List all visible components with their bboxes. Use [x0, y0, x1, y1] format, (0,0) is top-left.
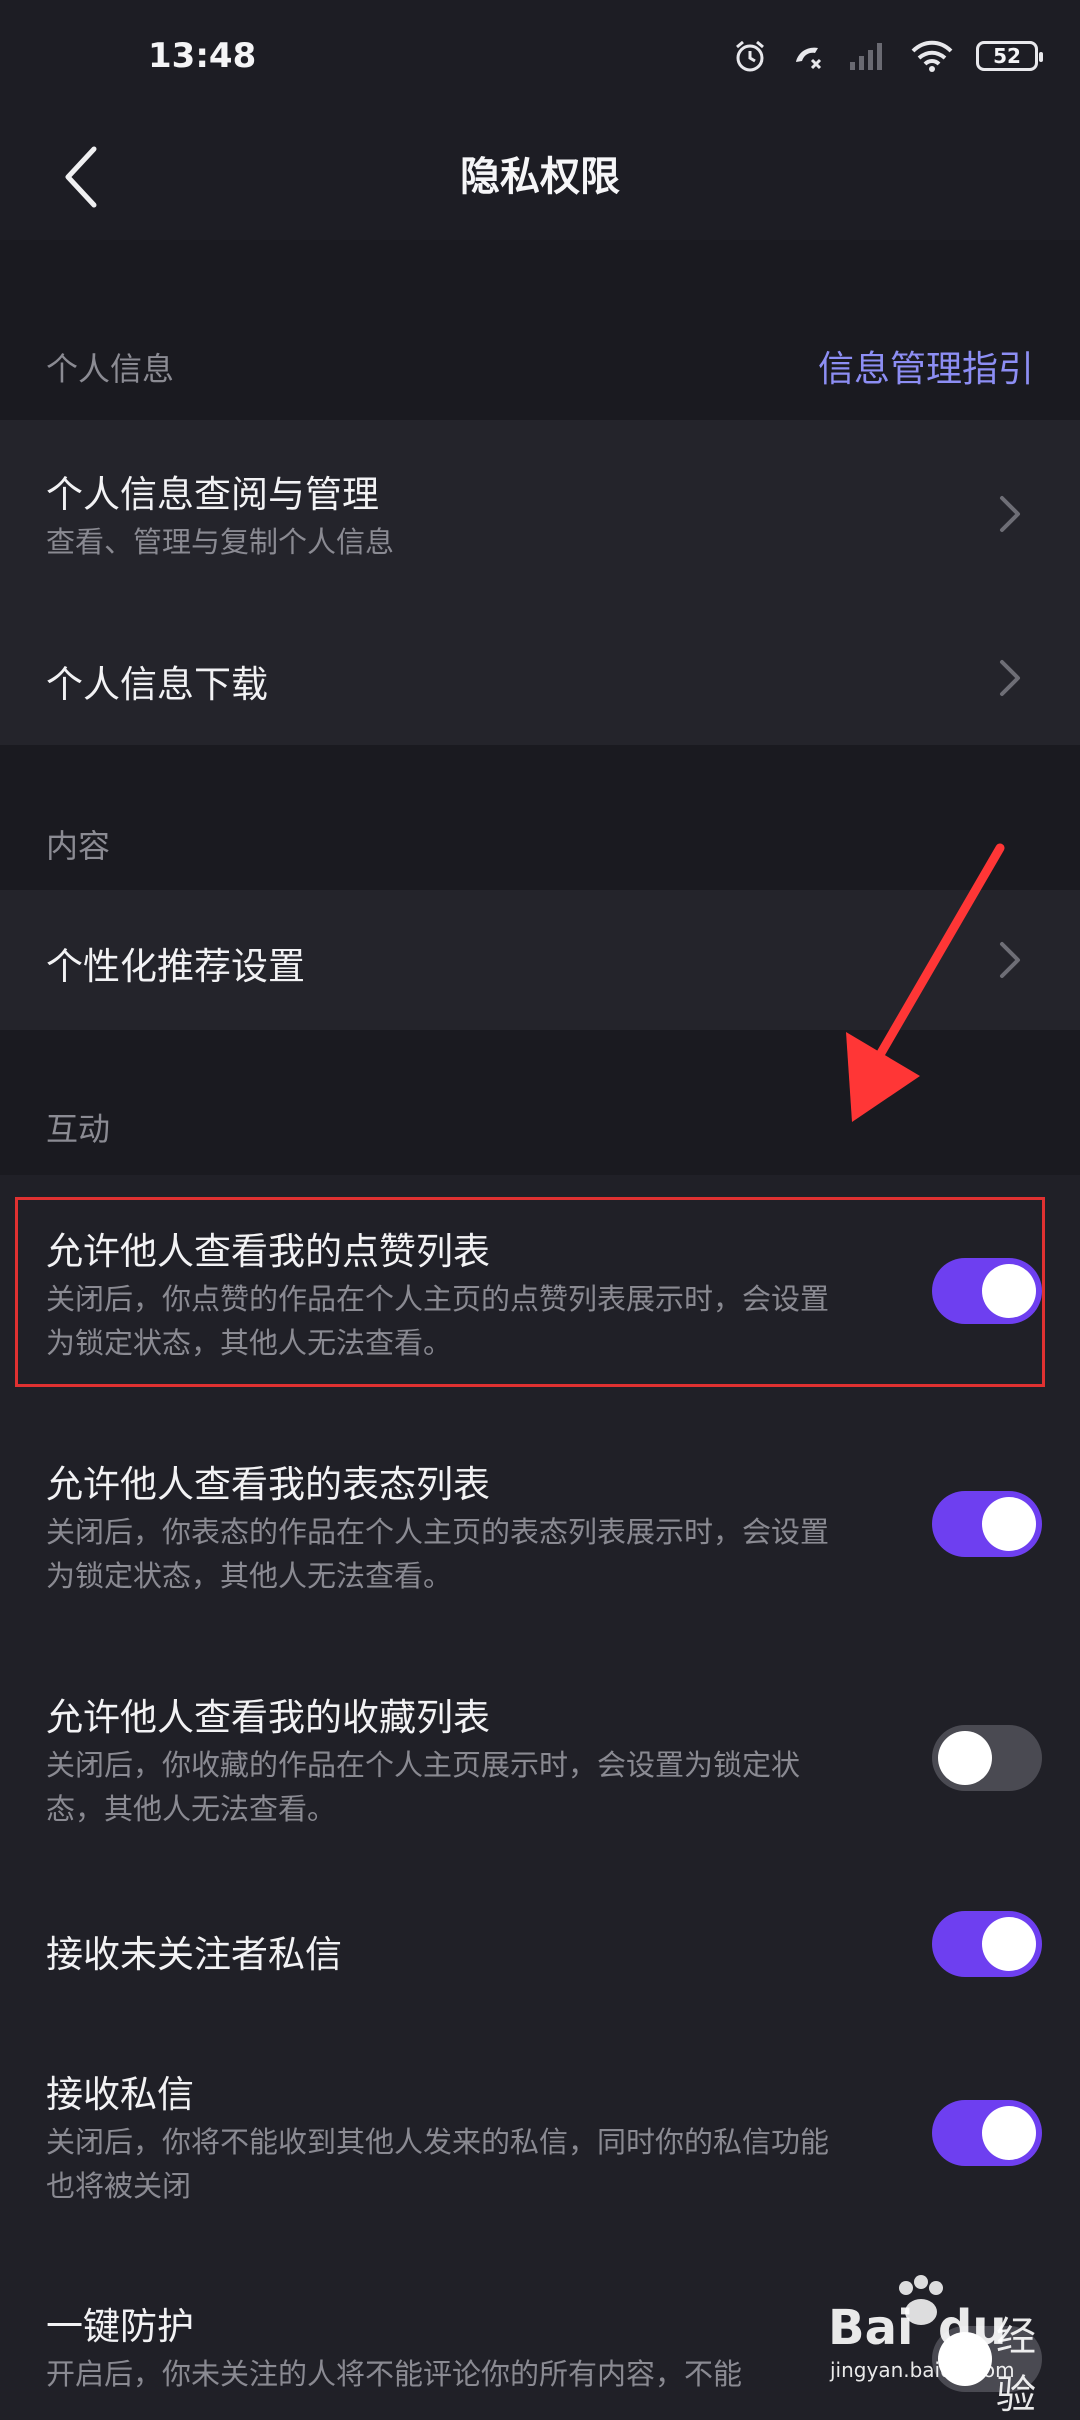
status-time: 13:48 [148, 36, 257, 76]
section-label: 互动 [46, 1110, 111, 1148]
receive-dm-toggle[interactable] [932, 2100, 1042, 2166]
reactions-list-toggle[interactable] [932, 1491, 1042, 1557]
list-item-personal-info-manage[interactable]: 个人信息查阅与管理 查看、管理与复制个人信息 [0, 420, 1080, 610]
item-title: 接收未关注者私信 [46, 1933, 342, 1976]
item-title: 个性化推荐设置 [46, 945, 305, 988]
item-title: 个人信息查阅与管理 [46, 473, 379, 516]
toggle-knob [982, 1497, 1036, 1551]
list-item-receive-stranger-dm: 接收未关注者私信 [0, 1900, 1080, 2000]
list-item-allow-view-reactions: 允许他人查看我的表态列表 关闭后，你表态的作品在个人主页的表态列表展示时，会设置… [0, 1440, 1080, 1630]
item-title: 一键防护 [46, 2305, 194, 2348]
status-icons: 52 [732, 38, 1043, 74]
favorites-list-toggle[interactable] [932, 1725, 1042, 1791]
baidu-watermark: Bai du 经验 jingyan.baidu.com [828, 2270, 1068, 2418]
section-gap [0, 240, 1080, 320]
section-label: 个人信息 [46, 350, 175, 388]
signal-icon [850, 43, 882, 70]
item-title: 个人信息下载 [46, 663, 268, 706]
section-header-personal: 个人信息 信息管理指引 [0, 320, 1080, 420]
item-title: 允许他人查看我的收藏列表 [46, 1696, 490, 1739]
item-subtitle: 查看、管理与复制个人信息 [46, 525, 395, 559]
nav-bar: 隐私权限 [0, 120, 1080, 240]
watermark-url: jingyan.baidu.com [830, 2358, 1015, 2382]
item-subtitle: 关闭后，你将不能收到其他人发来的私信，同时你的私信功能也将被关闭 [46, 2125, 830, 2203]
section-label: 内容 [46, 827, 111, 865]
battery-icon: 52 [976, 41, 1043, 71]
chevron-right-icon [1000, 496, 1020, 532]
battery-level: 52 [993, 44, 1021, 68]
chevron-right-icon [1000, 660, 1020, 696]
wifi-icon [911, 40, 953, 72]
item-subtitle: 关闭后，你表态的作品在个人主页的表态列表展示时，会设置为锁定状态，其他人无法查看… [46, 1515, 830, 1593]
page-title: 隐私权限 [460, 154, 620, 200]
missed-call-icon [796, 47, 822, 70]
toggle-knob [938, 1731, 992, 1785]
info-guide-link[interactable]: 信息管理指引 [818, 340, 1034, 392]
list-item-allow-view-favorites: 允许他人查看我的收藏列表 关闭后，你收藏的作品在个人主页展示时，会设置为锁定状态… [0, 1673, 1080, 1863]
stranger-dm-toggle[interactable] [932, 1911, 1042, 1977]
item-title: 接收私信 [46, 2073, 194, 2116]
toggle-knob [982, 2106, 1036, 2160]
item-subtitle: 开启后，你未关注的人将不能评论你的所有内容，不能 [46, 2357, 743, 2391]
list-item-personal-info-download[interactable]: 个人信息下载 [0, 610, 1080, 745]
status-bar: 13:48 52 [0, 0, 1080, 120]
alarm-icon [736, 40, 764, 72]
watermark-brand: Bai [828, 2300, 914, 2356]
highlight-box [15, 1197, 1045, 1387]
annotation-arrow [846, 843, 1005, 1122]
item-title: 允许他人查看我的表态列表 [46, 1463, 490, 1506]
item-subtitle: 关闭后，你收藏的作品在个人主页展示时，会设置为锁定状态，其他人无法查看。 [46, 1748, 801, 1826]
toggle-knob [982, 1917, 1036, 1971]
list-item-receive-dm: 接收私信 关闭后，你将不能收到其他人发来的私信，同时你的私信功能也将被关闭 [0, 2058, 1080, 2248]
